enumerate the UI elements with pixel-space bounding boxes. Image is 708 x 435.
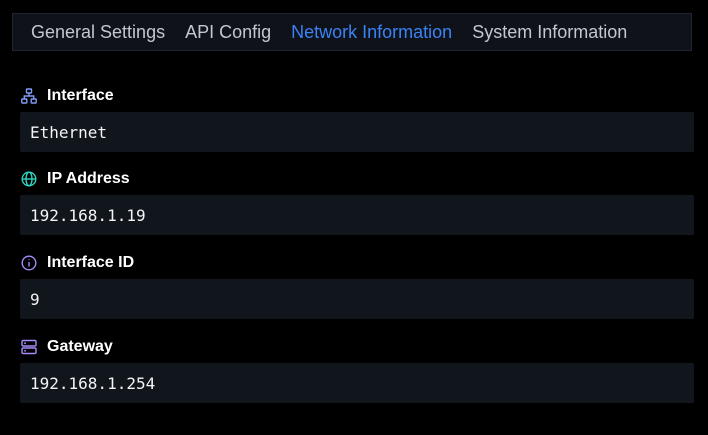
tab-network-information[interactable]: Network Information [281,14,462,50]
tab-system-information[interactable]: System Information [462,14,637,50]
interface-id-label: Interface ID [47,254,135,271]
server-icon [20,338,38,356]
info-icon [20,254,38,272]
interface-id-value: 9 [20,279,694,319]
tab-bar: General Settings API Config Network Info… [12,13,692,51]
interface-field: Interface Ethernet [20,86,694,152]
interface-id-field: Interface ID 9 [20,253,694,319]
network-icon [20,87,38,105]
ip-address-label: IP Address [47,170,130,187]
ip-address-value: 192.168.1.19 [20,195,694,235]
gateway-field: Gateway 192.168.1.254 [20,337,694,403]
tab-general-settings[interactable]: General Settings [21,14,175,50]
tab-api-config[interactable]: API Config [175,14,281,50]
gateway-label: Gateway [47,338,113,355]
interface-label: Interface [47,87,114,104]
interface-value: Ethernet [20,112,694,152]
ip-address-field: IP Address 192.168.1.19 [20,169,694,235]
gateway-value: 192.168.1.254 [20,363,694,403]
globe-icon [20,170,38,188]
